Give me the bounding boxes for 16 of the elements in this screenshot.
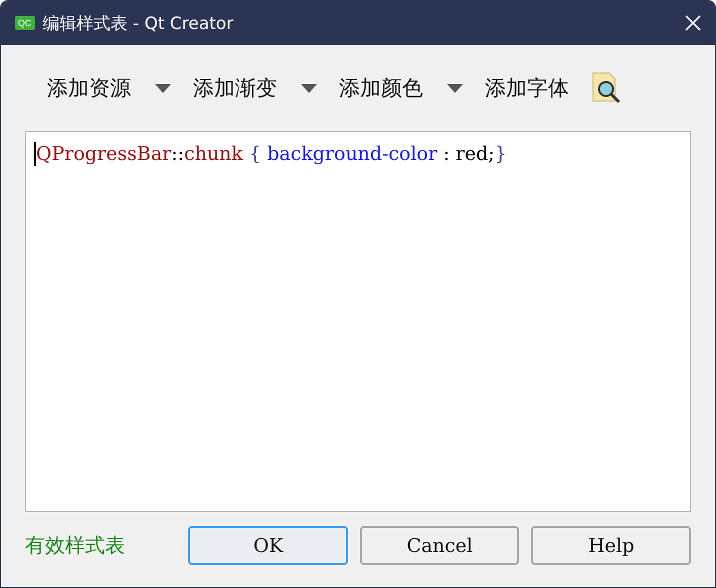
- caret-icon: [301, 84, 317, 92]
- dialog-button[interactable]: Help: [531, 526, 691, 565]
- app-logo-icon: QC: [15, 16, 34, 30]
- toolbar-menu-button[interactable]: 添加颜色: [337, 74, 475, 102]
- close-icon: [685, 15, 701, 31]
- toolbar-menu-button[interactable]: 添加字体: [483, 74, 581, 102]
- validity-status: 有效样式表: [25, 532, 126, 559]
- window-title: 编辑样式表 - Qt Creator: [42, 12, 234, 34]
- toolbar-menu-button[interactable]: 添加资源: [45, 74, 183, 102]
- code-editor[interactable]: QProgressBar::chunk { background-color : red;}: [25, 131, 691, 512]
- dialog-button[interactable]: Cancel: [360, 526, 520, 565]
- toolbar-menu-button[interactable]: 添加渐变: [191, 74, 329, 102]
- caret-icon: [447, 84, 463, 92]
- code-line: QProgressBar::chunk { background-color : red;}: [34, 142, 682, 166]
- caret-icon: [155, 84, 171, 92]
- dialog-button[interactable]: OK: [188, 526, 348, 565]
